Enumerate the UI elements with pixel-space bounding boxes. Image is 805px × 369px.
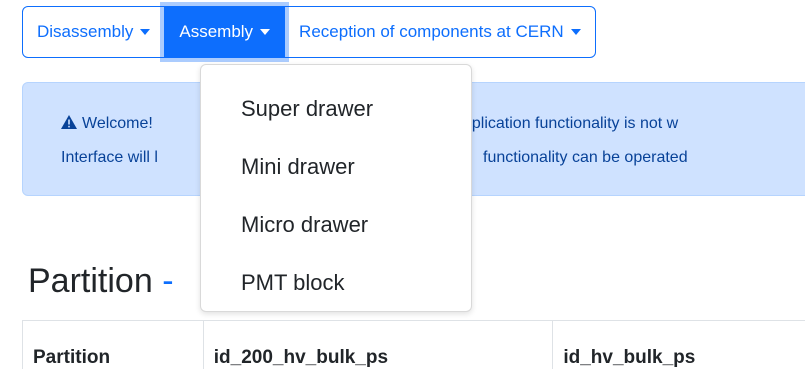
assembly-label: Assembly [179, 22, 254, 41]
alert-line-1-left: Welcome! [61, 115, 153, 133]
menu-item-super-drawer[interactable]: Super drawer [201, 77, 471, 135]
table-header-partition: Partition [23, 321, 204, 369]
assembly-dropdown-menu: Super drawer Mini drawer Micro drawer PM… [200, 64, 472, 312]
reception-dropdown-button[interactable]: Reception of components at CERN [284, 6, 596, 58]
page-title-suffix: - [162, 262, 174, 300]
caret-down-icon [260, 29, 271, 35]
menu-item-pmt-block[interactable]: PMT block [201, 251, 471, 309]
alert-line-1-right: pplication functionality is not w [463, 115, 679, 132]
disassembly-dropdown-button[interactable]: Disassembly [22, 6, 166, 58]
menu-item-micro-drawer[interactable]: Micro drawer [201, 193, 471, 251]
reception-label: Reception of components at CERN [299, 22, 564, 41]
disassembly-label: Disassembly [37, 22, 134, 41]
table-header-id-200-hv-bulk-ps: id_200_hv_bulk_ps [204, 321, 554, 369]
alert-line-2-left: Interface will l [61, 149, 158, 166]
alert-welcome-text: Welcome! [82, 115, 153, 132]
menu-item-mini-drawer[interactable]: Mini drawer [201, 135, 471, 193]
caret-down-icon [570, 29, 581, 35]
warning-icon [61, 115, 77, 129]
alert-line-2-right: functionality can be operated [483, 149, 688, 166]
page-title: Partition - [28, 262, 174, 301]
nav-button-group: Disassembly Assembly Reception of compon… [22, 6, 596, 58]
table-header-id-hv-bulk-ps: id_hv_bulk_ps [553, 321, 805, 369]
partition-table: Partition id_200_hv_bulk_ps id_hv_bulk_p… [22, 320, 805, 369]
assembly-dropdown-button[interactable]: Assembly [164, 6, 286, 58]
page-title-text: Partition [28, 262, 153, 300]
page: Disassembly Assembly Reception of compon… [0, 0, 805, 369]
caret-down-icon [140, 29, 151, 35]
